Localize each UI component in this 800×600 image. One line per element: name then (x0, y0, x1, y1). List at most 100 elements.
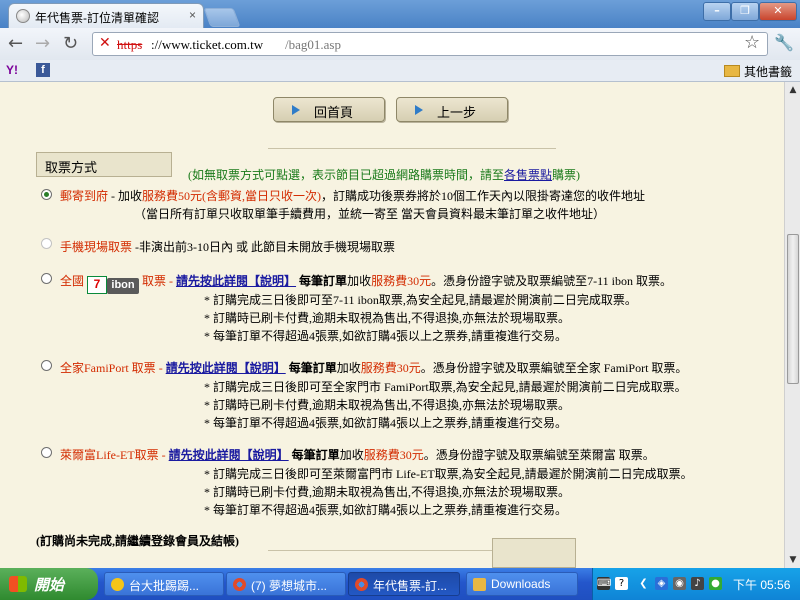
forward-arrow-icon[interactable]: → (35, 33, 50, 54)
keyboard-icon[interactable]: ⌨ (597, 577, 611, 590)
back-arrow-icon[interactable]: ← (8, 33, 23, 54)
pickup-method-label: 取票方式 (36, 152, 172, 177)
other-bookmarks-button[interactable]: 其他書籤 (724, 63, 792, 80)
taskbar-item-ticket[interactable]: 年代售票-訂... (348, 572, 460, 596)
address-bar[interactable]: ✕ https ://www.ticket.com.tw /bag01.asp (92, 32, 768, 56)
mobile-option-title: 手機現場取票 (60, 240, 133, 254)
page-content: 回首頁 上一步 取票方式 (如無取票方式可點選，表示節目已超過網路購票時間，請至… (0, 82, 784, 568)
windows-logo-icon (9, 576, 27, 592)
seven-option-post: 。憑身份證字號及取票編號至7-11 ibon 取票。 (431, 274, 672, 288)
radio-famiport[interactable] (41, 360, 52, 371)
hilife-details-link[interactable]: 請先按此詳閱【說明】 (169, 448, 289, 462)
taskbar-item-label: (7) 夢想城市... (251, 579, 328, 593)
family-note-2: * 訂購時已刷卡付費,逾期未取視為售出,不得退換,亦無法於現場取票。 (204, 398, 571, 412)
folder-icon (473, 578, 486, 591)
vertical-scrollbar[interactable]: ▲ ▼ (784, 82, 800, 568)
family-option-prefee: 加收 (336, 361, 361, 375)
play-arrow-icon (292, 105, 300, 115)
security-icon[interactable]: ◉ (673, 577, 686, 590)
expand-tray-icon[interactable]: ❮ (637, 577, 650, 590)
scroll-up-icon[interactable]: ▲ (786, 83, 800, 97)
hilife-note-1: * 訂購完成三日後即可至萊爾富門市 Life-ET取票,為安全起見,請最遲於開演… (204, 467, 693, 481)
hilife-option-post: 。憑身份證字號及取票編號至萊爾富 取票。 (423, 448, 655, 462)
radio-711-ibon[interactable] (41, 273, 52, 284)
radio-hilife[interactable] (41, 447, 52, 458)
family-option-fee: 服務費30元 (360, 361, 421, 375)
partial-button[interactable] (492, 538, 576, 568)
divider (268, 148, 556, 149)
seven-option-dash: - (166, 274, 177, 288)
tab-close-icon[interactable]: × (189, 8, 196, 22)
note-suffix: 購票) (552, 168, 581, 182)
play-arrow-icon (415, 105, 423, 115)
family-option-post: 。憑身份證字號及取票編號至全家 FamiPort 取票。 (420, 361, 688, 375)
taskbar-item-label: 年代售票-訂... (373, 579, 447, 593)
family-option-line: 全家FamiPort 取票 - 請先按此詳閱【說明】 每筆訂單加收服務費30元。… (60, 359, 687, 376)
mobile-option-line: 手機現場取票 -非演出前3-10日內 或 此節目未開放手機現場取票 (60, 238, 395, 255)
wrench-menu-icon[interactable]: 🔧 (774, 33, 794, 52)
url-scheme: https (117, 37, 143, 52)
seven-note-1: * 訂購完成三日後即可至7-11 ibon取票,為安全起見,請最遲於開演前二日完… (204, 293, 637, 307)
other-bookmarks-label: 其他書籤 (744, 65, 793, 79)
taskbar-item-downloads[interactable]: Downloads (466, 572, 578, 596)
hilife-option-title: 萊爾富Life-ET取票 (60, 448, 159, 462)
app-tray-icon[interactable]: ● (709, 577, 722, 590)
pickup-method-note: (如無取票方式可點選，表示節目已超過網路購票時間，請至各售票點購票) (188, 166, 580, 183)
reload-icon[interactable]: ↻ (63, 33, 78, 54)
radio-mail-delivery[interactable] (41, 189, 52, 200)
family-note-3: * 每筆訂單不得超過4張票,如欲訂購4張以上之票券,請重複進行交易。 (204, 416, 568, 430)
browser-toolbar: ← → ↻ ✕ https ://www.ticket.com.tw /bag0… (0, 28, 800, 60)
browser-tab[interactable]: 年代售票-訂位清單確認 × (8, 3, 204, 28)
volume-icon[interactable]: ♪ (691, 577, 704, 590)
note-prefix: (如無取票方式可點選，表示節目已超過網路購票時間，請至 (188, 168, 504, 182)
chrome-icon (355, 578, 368, 591)
insecure-icon: ✕ (99, 35, 111, 51)
url-host: ://www.ticket.com.tw (151, 37, 264, 52)
seven-option-mid: 每筆訂單 (299, 274, 348, 288)
seven-option-pre: 全國 (60, 274, 85, 288)
network-icon[interactable]: ◈ (655, 577, 668, 590)
start-button[interactable]: 開始 (0, 568, 98, 600)
ticket-outlets-link[interactable]: 各售票點 (504, 168, 552, 182)
taskbar-item-label: 台大批踢踢... (129, 579, 200, 593)
seven-eleven-logo-icon: 7 (87, 276, 108, 294)
mail-option-note: （當日所有訂單只收取單筆手續費用，並統一寄至 當天會員資料最末筆訂單之收件地址） (134, 207, 606, 221)
taskbar-item-label: Downloads (491, 577, 551, 591)
site-favicon-icon (16, 9, 30, 23)
seven-details-link[interactable]: 請先按此詳閱【說明】 (176, 274, 296, 288)
family-details-link[interactable]: 請先按此詳閱【說明】 (166, 361, 286, 375)
ibon-logo-icon: ibon (107, 278, 140, 294)
help-icon[interactable]: ? (615, 577, 628, 590)
hilife-option-dash: - (158, 448, 169, 462)
home-button[interactable]: 回首頁 (273, 97, 385, 122)
seven-option-fee: 服務費30元 (371, 274, 432, 288)
scrollbar-thumb[interactable] (787, 234, 799, 384)
facebook-bookmark-icon[interactable]: f (36, 63, 50, 77)
maximize-button[interactable]: ❐ (731, 2, 759, 21)
family-option-title: 全家FamiPort 取票 (60, 361, 156, 375)
yahoo-bookmark-icon[interactable]: Y! (6, 63, 18, 77)
hilife-option-mid: 每筆訂單 (291, 448, 340, 462)
chrome-icon (233, 578, 246, 591)
mail-option-post: ，訂購成功後票券將於10個工作天內以限掛寄達您的收件地址 (321, 189, 646, 203)
seven-note-3: * 每筆訂單不得超過4張票,如欲訂購4張以上之票券,請重複進行交易。 (204, 329, 568, 343)
bookmark-star-icon[interactable]: ☆ (744, 32, 760, 53)
seven-option-prefee: 加收 (347, 274, 372, 288)
seven-option-title: 取票 (142, 274, 167, 288)
previous-step-button[interactable]: 上一步 (396, 97, 508, 122)
hilife-option-prefee: 加收 (339, 448, 364, 462)
clock: 下午 05:56 (733, 578, 791, 592)
radio-mobile-pickup[interactable] (41, 238, 52, 249)
hilife-note-2: * 訂購時已刷卡付費,逾期未取視為售出,不得退換,亦無法於現場取票。 (204, 485, 571, 499)
new-tab-button[interactable] (203, 8, 241, 27)
close-window-button[interactable]: ✕ (759, 2, 797, 21)
start-label: 開始 (34, 577, 65, 594)
previous-step-label: 上一步 (437, 105, 477, 120)
taskbar-item-ptt[interactable]: 台大批踢踢... (104, 572, 224, 596)
minimize-button[interactable]: – (703, 2, 731, 21)
scroll-down-icon[interactable]: ▼ (786, 553, 800, 567)
tab-title: 年代售票-訂位清單確認 (35, 11, 159, 25)
app-icon (111, 578, 124, 591)
folder-icon (724, 65, 740, 77)
taskbar-item-dream-city[interactable]: (7) 夢想城市... (226, 572, 346, 596)
